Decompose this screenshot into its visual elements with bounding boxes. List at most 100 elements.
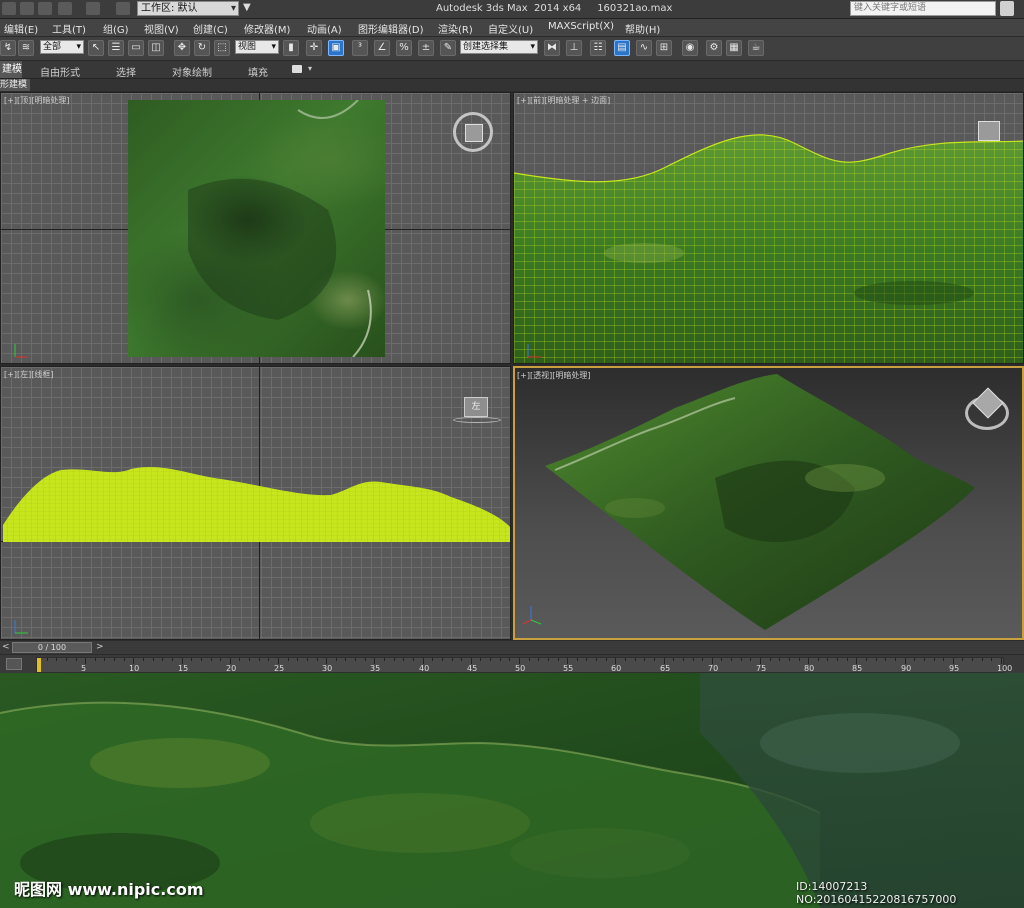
viewport-left-label[interactable]: [+][左][线框] — [4, 369, 53, 380]
rect-selection-icon[interactable]: ▭ — [128, 40, 144, 56]
tab-populate[interactable]: 填充 — [248, 64, 268, 79]
viewport-point-of-view[interactable]: [顶] — [17, 96, 31, 105]
select-manipulate-icon[interactable]: ✛ — [306, 40, 322, 56]
viewport-menu-plus[interactable]: [+] — [517, 96, 530, 105]
menu-tools[interactable]: 工具(T) — [52, 21, 86, 36]
rotate-icon[interactable]: ↻ — [194, 40, 210, 56]
menu-rendering[interactable]: 渲染(R) — [438, 21, 473, 36]
viewport-top-label[interactable]: [+][顶][明暗处理] — [4, 95, 69, 106]
ruler-tick — [934, 658, 935, 661]
menu-edit[interactable]: 编辑(E) — [4, 21, 38, 36]
menu-animation[interactable]: 动画(A) — [307, 21, 342, 36]
ruler-label: 30 — [322, 664, 333, 673]
viewcube-left[interactable]: 左 — [464, 397, 488, 417]
menu-help[interactable]: 帮助(H) — [625, 21, 660, 36]
render-setup-icon[interactable]: ⚙ — [706, 40, 722, 56]
current-frame-marker[interactable] — [37, 658, 41, 672]
schematic-view-icon[interactable]: ⊞ — [656, 40, 672, 56]
reference-coord-dropdown[interactable]: 视图 ▾ — [235, 40, 279, 54]
undo-icon[interactable] — [58, 2, 72, 15]
project-folder-icon[interactable] — [116, 2, 130, 15]
spinner-snap-icon[interactable]: ± — [418, 40, 434, 56]
viewcube-front[interactable] — [978, 121, 1000, 141]
viewport-left[interactable]: [+][左][线框] 左 — [0, 366, 511, 640]
ruler-label: 10 — [129, 664, 140, 673]
tab-freeform[interactable]: 自由形式 — [40, 64, 80, 79]
viewport-menu-plus[interactable]: [+] — [517, 371, 530, 380]
search-input[interactable]: 键入关键字或短语 — [850, 1, 996, 16]
layer-manager-icon[interactable]: ☷ — [590, 40, 606, 56]
viewport-menu-plus[interactable]: [+] — [4, 96, 17, 105]
graphite-ribbon-icon[interactable]: ▤ — [614, 40, 630, 56]
menu-graph-editors[interactable]: 图形编辑器(D) — [358, 21, 424, 36]
time-slider-thumb[interactable]: 0 / 100 — [12, 642, 92, 653]
viewport-menu-plus[interactable]: [+] — [4, 370, 17, 379]
scale-icon[interactable]: ⬚ — [214, 40, 230, 56]
menu-customize[interactable]: 自定义(U) — [488, 21, 533, 36]
select-object-icon[interactable]: ↖ — [88, 40, 104, 56]
viewport-point-of-view[interactable]: [前] — [530, 96, 544, 105]
open-file-icon[interactable] — [20, 2, 34, 15]
window-crossing-icon[interactable]: ◫ — [148, 40, 164, 56]
menu-views[interactable]: 视图(V) — [144, 21, 179, 36]
ruler-tick — [394, 658, 395, 661]
viewport-perspective[interactable]: [+][透视][明暗处理] — [513, 366, 1024, 640]
viewcube-face-icon[interactable] — [465, 124, 483, 142]
viewport-shading-mode[interactable]: [明暗处理] — [31, 96, 69, 105]
ruler-tick — [558, 658, 559, 661]
angle-snap-icon[interactable]: ∠ — [374, 40, 390, 56]
material-editor-icon[interactable]: ◉ — [682, 40, 698, 56]
viewcube-top[interactable] — [453, 112, 493, 152]
selection-filter-dropdown[interactable]: 全部 ▾ — [40, 40, 84, 54]
viewport-top[interactable]: [+][顶][明暗处理] — [0, 92, 511, 364]
track-ruler[interactable]: 5 10 15 20 25 30 35 40 45 50 55 60 65 70 75 80 85 90 95 100 — [36, 657, 1012, 673]
viewport-front-label[interactable]: [+][前][明暗处理 + 边面] — [517, 95, 610, 106]
viewport-shading-mode[interactable]: [线框] — [31, 370, 53, 379]
pivot-center-icon[interactable]: ▮ — [283, 40, 299, 56]
menu-bar: 编辑(E) 工具(T) 组(G) 视图(V) 创建(C) 修改器(M) 动画(A… — [0, 19, 1024, 37]
percent-snap-icon[interactable]: % — [396, 40, 412, 56]
ruler-tick — [606, 658, 607, 661]
viewport-shading-mode[interactable]: [明暗处理 + 边面] — [544, 96, 610, 105]
align-icon[interactable]: ⊥ — [566, 40, 582, 56]
viewport-point-of-view[interactable]: [左] — [17, 370, 31, 379]
tab-modeling[interactable]: 建模 — [0, 61, 22, 78]
rendered-frame-window-icon[interactable]: ▦ — [726, 40, 742, 56]
tab-selection[interactable]: 选择 — [116, 64, 136, 79]
viewcube-ring[interactable] — [453, 417, 501, 423]
ribbon-options-icon[interactable] — [292, 65, 302, 73]
curve-editor-icon[interactable]: ∿ — [636, 40, 652, 56]
workspace-dropdown[interactable]: 工作区: 默认 ▾ — [137, 1, 239, 16]
snap-toggle-icon[interactable]: ³ — [352, 40, 368, 56]
overflow-menu-icon[interactable]: ▼ — [243, 2, 251, 13]
tab-object-paint[interactable]: 对象绘制 — [172, 64, 212, 79]
viewport-front[interactable]: [+][前][明暗处理 + 边面] — [513, 92, 1024, 364]
edit-named-selection-icon[interactable]: ✎ — [440, 40, 456, 56]
viewport-point-of-view[interactable]: [透视] — [530, 371, 552, 380]
ruler-tick — [220, 658, 221, 661]
menu-group[interactable]: 组(G) — [103, 21, 129, 36]
unlink-icon[interactable]: ≋ — [18, 40, 34, 56]
next-frame-icon[interactable]: > — [96, 642, 104, 652]
viewport-shading-mode[interactable]: [明暗处理] — [552, 371, 590, 380]
redo-icon[interactable] — [86, 2, 100, 15]
select-by-name-icon[interactable]: ☰ — [108, 40, 124, 56]
mirror-icon[interactable]: ⧓ — [544, 40, 560, 56]
previous-frame-icon[interactable]: < — [2, 642, 10, 652]
viewport-perspective-label[interactable]: [+][透视][明暗处理] — [517, 370, 590, 381]
keyboard-shortcut-override-icon[interactable]: ▣ — [328, 40, 344, 56]
move-icon[interactable]: ✥ — [174, 40, 190, 56]
app-menu-icon[interactable] — [2, 2, 16, 15]
render-production-icon[interactable]: ☕ — [748, 40, 764, 56]
ribbon-options-chevron-icon[interactable]: ▾ — [308, 64, 312, 73]
ruler-tick — [972, 658, 973, 661]
menu-modifiers[interactable]: 修改器(M) — [244, 21, 290, 36]
save-file-icon[interactable] — [38, 2, 52, 15]
binoculars-search-icon[interactable] — [1000, 1, 1014, 16]
mini-curve-editor-icon[interactable] — [6, 658, 22, 670]
named-selection-dropdown[interactable]: 创建选择集 ▾ — [460, 40, 538, 54]
menu-create[interactable]: 创建(C) — [193, 21, 228, 36]
ruler-tick — [644, 658, 645, 661]
link-icon[interactable]: ↯ — [0, 40, 16, 56]
menu-maxscript[interactable]: MAXScript(X) — [548, 21, 614, 32]
